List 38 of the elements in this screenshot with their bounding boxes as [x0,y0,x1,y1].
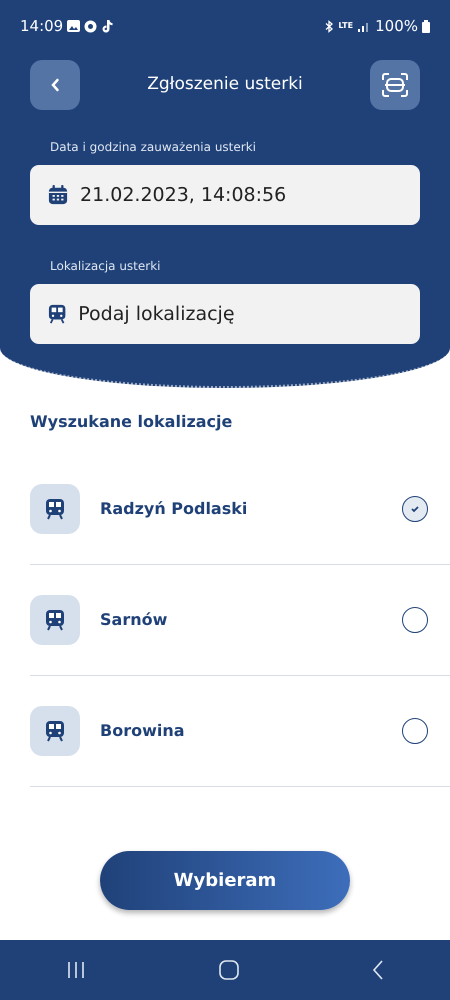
chevron-left-icon [50,78,60,92]
browser-icon [84,20,98,32]
train-icon [45,720,65,742]
location-field[interactable]: Podaj lokalizację [30,284,420,344]
scan-icon [382,73,408,97]
train-icon [45,498,65,520]
radio-button[interactable] [402,496,428,522]
bluetooth-icon [324,20,334,32]
scan-button[interactable] [370,60,420,110]
location-row[interactable]: Radzyń Podlaski [30,454,450,565]
choose-button[interactable]: Wybieram [100,851,350,910]
music-note-icon [101,19,114,33]
field-label: Lokalizacja usterki [50,258,162,275]
radio-button[interactable] [402,607,428,633]
battery-icon [422,20,430,32]
calendar-icon [48,184,68,206]
back-nav-icon[interactable] [372,960,384,980]
location-row[interactable]: Borowina [30,676,450,787]
check-icon [410,505,420,513]
location-name: Sarnów [100,609,168,631]
home-icon[interactable] [218,960,239,980]
network-type: LTE [338,20,354,32]
gallery-icon [67,20,80,32]
location-input[interactable]: Podaj lokalizację [78,300,402,328]
status-time: 14:09 [20,16,64,37]
location-name: Radzyń Podlaski [100,498,248,520]
location-row[interactable]: Sarnów [30,565,450,676]
section-title: Wyszukane lokalizacje [30,411,234,433]
recent-apps-icon[interactable] [66,961,86,979]
screen-title: Zgłoszenie usterki [147,73,303,96]
train-icon [48,303,66,325]
date-input[interactable]: 21.02.2023, 14:08:56 [80,180,402,210]
train-icon [45,609,65,631]
field-label: Data i godzina zauważenia usterki [50,139,257,156]
date-field[interactable]: 21.02.2023, 14:08:56 [30,165,420,225]
location-name: Borowina [100,720,186,742]
radio-button[interactable] [402,718,428,744]
battery-level: 100% [375,16,418,37]
